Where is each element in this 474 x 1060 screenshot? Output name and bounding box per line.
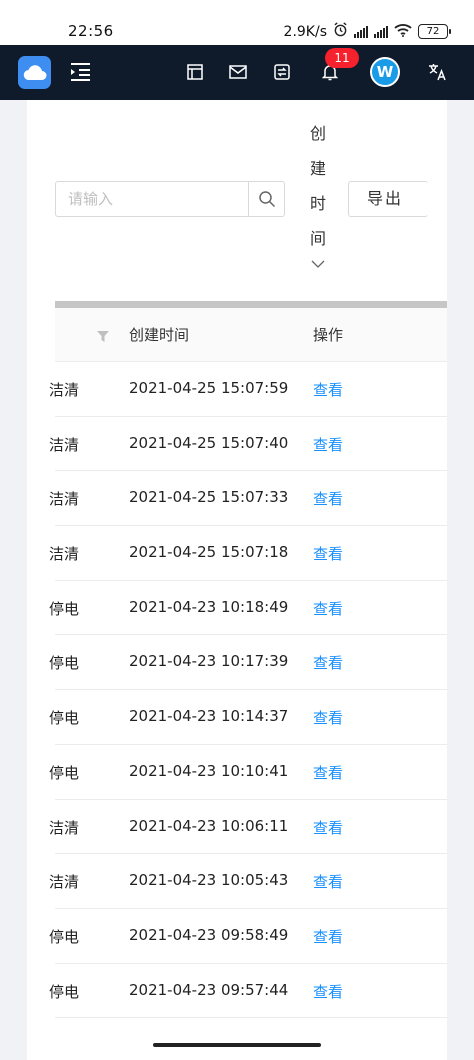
horizontal-scrollbar[interactable]: [55, 301, 447, 308]
battery-icon: 72: [418, 24, 451, 39]
row-name: 洁清: [49, 818, 80, 837]
row-created-time: 2021-04-23 10:10:41: [129, 761, 289, 780]
search-icon: [258, 191, 275, 208]
view-link[interactable]: 查看: [313, 981, 343, 1002]
table-row: 洁清 2021-04-25 15:07:59 查看: [49, 362, 447, 417]
translate-icon[interactable]: [425, 60, 449, 84]
row-name: 停电: [49, 927, 80, 946]
row-name: 洁清: [49, 873, 80, 892]
alarm-icon: [333, 22, 348, 41]
view-link[interactable]: 查看: [313, 434, 343, 455]
table-row: 停电 2021-04-23 10:10:41 查看: [49, 745, 447, 800]
search-input[interactable]: 请输入: [56, 182, 248, 216]
header-actions: 操作: [313, 326, 344, 344]
layout-icon[interactable]: [183, 60, 207, 84]
sort-char: 间: [309, 229, 326, 248]
row-name: 洁清: [49, 490, 80, 509]
view-link[interactable]: 查看: [313, 926, 343, 947]
view-link[interactable]: 查看: [313, 652, 343, 673]
menu-toggle-icon[interactable]: [68, 60, 92, 84]
row-created-time: 2021-04-23 10:06:11: [129, 816, 289, 835]
status-time: 22:56: [68, 22, 114, 40]
view-link[interactable]: 查看: [313, 817, 343, 838]
table-row: 停电 2021-04-23 09:57:44 查看: [49, 964, 447, 1019]
view-link[interactable]: 查看: [313, 488, 343, 509]
signal-icon-2: [374, 25, 388, 38]
table-row: 停电 2021-04-23 10:18:49 查看: [49, 581, 447, 636]
row-name: 洁清: [49, 381, 80, 399]
header-created-time[interactable]: 创建时间: [129, 324, 189, 345]
table-header: 创建时间 操作: [55, 308, 447, 362]
row-created-time: 2021-04-23 10:14:37: [129, 707, 289, 726]
chevron-down-icon: [308, 260, 328, 269]
row-created-time: 2021-04-23 10:05:43: [129, 871, 289, 890]
row-name: 停电: [49, 982, 80, 1001]
table-row: 洁清 2021-04-23 10:05:43 查看: [49, 854, 447, 909]
net-speed: 2.9K/s: [283, 23, 327, 40]
row-created-time: 2021-04-23 10:17:39: [129, 652, 289, 671]
sort-char: 建: [309, 159, 326, 178]
row-name: 停电: [49, 654, 80, 673]
table-row: 洁清 2021-04-25 15:07:40 查看: [49, 417, 447, 472]
row-created-time: 2021-04-25 15:07:18: [129, 543, 289, 562]
row-name: 停电: [49, 599, 80, 618]
row-created-time: 2021-04-23 10:18:49: [129, 597, 289, 616]
filter-icon[interactable]: [97, 328, 109, 346]
search-box: 请输入: [55, 181, 285, 217]
mail-icon[interactable]: [226, 60, 250, 84]
sort-char: 时: [309, 194, 326, 213]
wifi-icon: [394, 23, 412, 41]
row-name: 洁清: [49, 435, 80, 454]
status-icons: 2.9K/s 72: [283, 22, 451, 41]
avatar-letter: W: [376, 63, 394, 81]
status-bar: 22:56 2.9K/s 72: [0, 0, 474, 45]
sync-icon[interactable]: [270, 60, 294, 84]
export-button[interactable]: 导出: [348, 181, 428, 217]
view-link[interactable]: 查看: [313, 762, 343, 783]
app-navbar: 11 W: [0, 45, 474, 100]
view-link[interactable]: 查看: [313, 871, 343, 892]
row-name: 停电: [49, 709, 80, 728]
table-row: 洁清 2021-04-23 10:06:11 查看: [49, 800, 447, 855]
row-name: 停电: [49, 763, 80, 782]
notification-badge: 11: [325, 48, 359, 68]
table-row: 洁清 2021-04-25 15:07:33 查看: [49, 471, 447, 527]
search-button[interactable]: [248, 182, 284, 216]
table-row: 停电 2021-04-23 09:58:49 查看: [49, 909, 447, 964]
content-panel: 请输入 创 建 时 间 导出 创建时间 操作 洁清 2021-04-25 15:0…: [27, 100, 447, 1060]
signal-icon-1: [354, 25, 368, 38]
row-created-time: 2021-04-25 15:07:59: [129, 379, 289, 397]
view-link[interactable]: 查看: [313, 598, 343, 619]
cloud-logo-icon[interactable]: [18, 56, 51, 89]
home-indicator[interactable]: [153, 1043, 321, 1047]
row-name: 洁清: [49, 545, 80, 564]
row-created-time: 2021-04-23 09:57:44: [129, 980, 289, 999]
view-link[interactable]: 查看: [313, 543, 343, 564]
table-row: 洁清 2021-04-25 15:07:18 查看: [49, 526, 447, 581]
table-row: 停电 2021-04-23 10:17:39 查看: [49, 635, 447, 691]
data-table: 创建时间 操作 洁清 2021-04-25 15:07:59 查看 洁清 2021-04…: [49, 308, 447, 1019]
row-created-time: 2021-04-23 09:58:49: [129, 925, 289, 944]
user-avatar[interactable]: W: [370, 57, 400, 87]
row-created-time: 2021-04-25 15:07:40: [129, 433, 289, 452]
row-created-time: 2021-04-25 15:07:33: [129, 488, 289, 507]
view-link[interactable]: 查看: [313, 707, 343, 728]
table-row: 停电 2021-04-23 10:14:37 查看: [49, 690, 447, 745]
sort-select[interactable]: 创 建 时 间: [308, 116, 328, 269]
view-link[interactable]: 查看: [313, 379, 343, 400]
sort-char: 创: [309, 124, 326, 143]
